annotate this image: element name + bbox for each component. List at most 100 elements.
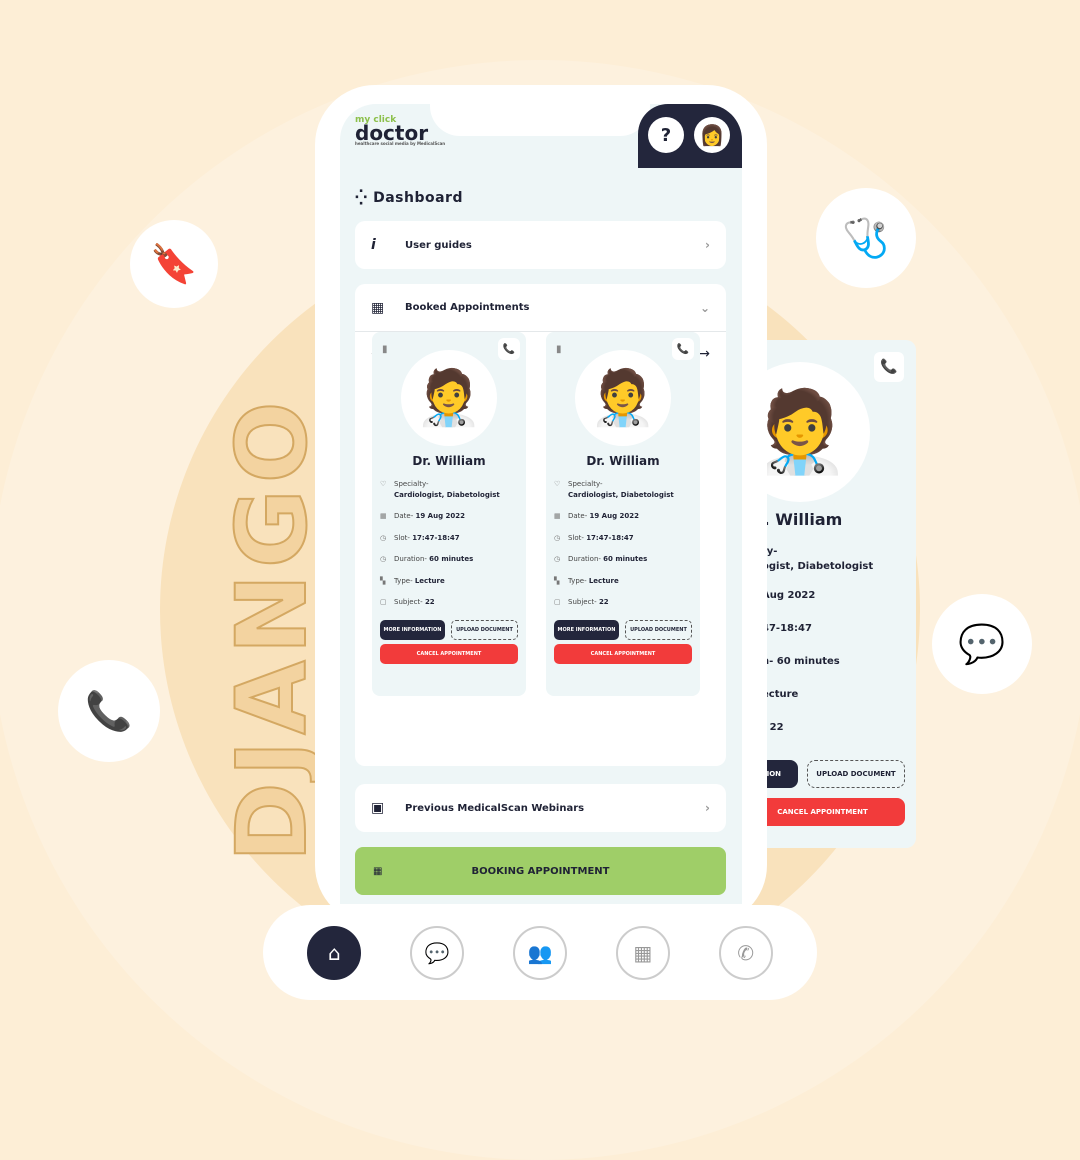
clock-icon: ◷ (380, 533, 387, 542)
upload-document-button[interactable]: UPLOAD DOCUMENT (451, 619, 518, 640)
appointment-info: ♡ Specialty- Cardiologist, Diabetologist ▦… (372, 479, 526, 608)
booking-label: BOOKING APPOINTMENT (471, 865, 610, 877)
calendar-icon: ▦ (633, 940, 653, 965)
group-icon: 👥 (527, 940, 553, 965)
nav-phone[interactable]: ✆ (718, 925, 773, 980)
info: ecture (762, 689, 799, 700)
info-label: Specialty- (394, 480, 429, 488)
book-icon: ▢ (554, 598, 561, 606)
phone-plus-icon[interactable]: 📞 (498, 338, 520, 360)
bookmark-star-icon: 🔖 (130, 220, 218, 308)
info-value: 19 Aug 2022 (589, 512, 640, 520)
phone-plus-icon[interactable]: 📞 (874, 352, 904, 382)
grid-icon: ▚ (380, 576, 386, 585)
info-value: 22 (598, 598, 609, 606)
nav-group[interactable]: 👥 (512, 925, 567, 980)
more-information-button[interactable]: MORE INFORMATION (554, 619, 619, 640)
info-value: 19 Aug 2022 (415, 512, 466, 520)
info-value: Lecture (588, 576, 619, 585)
info-text: Date- 19 Aug 2022 (568, 511, 639, 522)
info-row: ▚ Type- Lecture (380, 576, 518, 587)
info-text: Slot- 17:47-18:47 (568, 533, 634, 544)
nav-chat[interactable]: 💬 (410, 925, 465, 980)
bottom-nav: ⌂ 💬 👥 ▦ ✆ (263, 905, 817, 1000)
next-arrow-icon[interactable]: → (698, 346, 710, 362)
info-row: ▢ Subject- 22 (554, 597, 692, 608)
webinars-label: Previous MedicalScan Webinars (405, 802, 585, 814)
help-button[interactable]: ? (648, 117, 684, 153)
side-info: ty- ogist, Diabetologist Aug 2022 47-18:… (762, 544, 873, 735)
chat-icon: 💬 (424, 940, 450, 965)
grid-dots-icon: ⁛ (355, 190, 374, 206)
doctor-name: r. William (758, 510, 843, 529)
appointment-card: ▮ 📞 🧑‍⚕️ Dr. William ♡ Specialty- Cardiolog… (546, 332, 700, 696)
phone-plus-icon[interactable]: 📞 (672, 338, 694, 360)
stethoscope-icon: ♡ (380, 480, 387, 488)
stethoscope-icon: 🩺 (816, 188, 916, 288)
doctor-name: Dr. William (586, 454, 660, 468)
notch (430, 104, 650, 136)
info-label: Date- (394, 512, 414, 520)
info-label: Type- (394, 576, 413, 585)
info-value: 60 minutes (429, 555, 474, 563)
timer-icon: ◷ (554, 555, 561, 563)
info-row: ♡ Specialty- Cardiologist, Diabetologist (554, 479, 692, 500)
info-text: Specialty- Cardiologist, Diabetologist (394, 479, 500, 500)
info-value: 60 minutes (603, 555, 648, 563)
info: 47-18:47 (762, 623, 812, 634)
booked-appointments-header[interactable]: ▦ Booked Appointments ⌄ (355, 284, 726, 332)
user-guides-label: User guides (405, 239, 472, 251)
booked-label: Booked Appointments (405, 302, 530, 313)
nav-calendar[interactable]: ▦ (615, 925, 670, 980)
cancel-appointment-button[interactable]: CANCEL APPOINTMENT (380, 643, 518, 664)
info: Aug 2022 (762, 590, 816, 601)
nav-home[interactable]: ⌂ (307, 925, 362, 980)
app-logo: my click doctor healthcare social media … (355, 115, 446, 147)
video-icon: ▣ (371, 800, 385, 816)
user-guides-row[interactable]: i User guides › (355, 221, 726, 269)
bookmark-icon[interactable]: ▮ (382, 344, 388, 355)
header-actions: ? 👩 (638, 104, 742, 168)
info-text: Subject- 22 (394, 597, 435, 608)
appointment-card: ▮ 📞 🧑‍⚕️ Dr. William ♡ Specialty- Cardiolog… (372, 332, 526, 696)
cancel-appointment-button[interactable]: CANCEL APPOINTMENT (554, 643, 692, 664)
doctor-name: Dr. William (412, 454, 486, 468)
info: - 22 (762, 722, 784, 733)
webinars-row[interactable]: ▣ Previous MedicalScan Webinars › (355, 784, 726, 832)
timer-icon: ◷ (380, 555, 387, 563)
booking-appointment-button[interactable]: ▦ BOOKING APPOINTMENT (355, 847, 726, 895)
upload-document-button[interactable]: UPLOAD DOCUMENT (807, 760, 905, 788)
appointment-info: ♡ Specialty- Cardiologist, Diabetologist ▦… (546, 479, 700, 608)
chevron-right-icon: › (705, 238, 710, 252)
home-icon: ⌂ (328, 940, 341, 965)
info-label: Slot- (568, 533, 584, 542)
info-row: ▚ Type- Lecture (554, 576, 692, 587)
clock-icon: ◷ (554, 533, 561, 542)
page-title: ⁛ Dashboard (355, 190, 463, 206)
info-row: ◷ Slot- 17:47-18:47 (380, 533, 518, 544)
doctor-avatar: 🧑‍⚕️ (575, 350, 671, 446)
logo-tagline: healthcare social media by MedicalScan (355, 141, 446, 147)
info-label: Subject- (568, 598, 597, 606)
info-text: Specialty- Cardiologist, Diabetologist (568, 479, 674, 500)
dashboard-title: Dashboard (373, 190, 463, 206)
app-screen: my click doctor healthcare social media … (340, 104, 742, 904)
info-text: Duration- 60 minutes (568, 554, 647, 565)
bookmark-icon[interactable]: ▮ (556, 344, 562, 355)
phone-icon: ✆ (737, 940, 754, 965)
info: ty- (762, 546, 778, 557)
chevron-down-icon: ⌄ (699, 300, 710, 315)
calendar-icon: ▦ (371, 299, 385, 316)
doctor-avatar: 🧑‍⚕️ (401, 350, 497, 446)
info-text: Type- Lecture (568, 576, 619, 587)
calendar-icon: ▦ (554, 512, 561, 520)
info-icon: i (371, 237, 376, 253)
user-avatar[interactable]: 👩 (694, 117, 730, 153)
info-row: ◷ Slot- 17:47-18:47 (554, 533, 692, 544)
book-icon: ▢ (380, 598, 387, 606)
upload-document-button[interactable]: UPLOAD DOCUMENT (625, 619, 692, 640)
more-information-button[interactable]: MORE INFORMATION (380, 619, 445, 640)
grid-icon: ▚ (554, 576, 560, 585)
phone-chat-icon: 📞 (58, 660, 160, 762)
django-watermark: DJANGO (215, 395, 329, 863)
